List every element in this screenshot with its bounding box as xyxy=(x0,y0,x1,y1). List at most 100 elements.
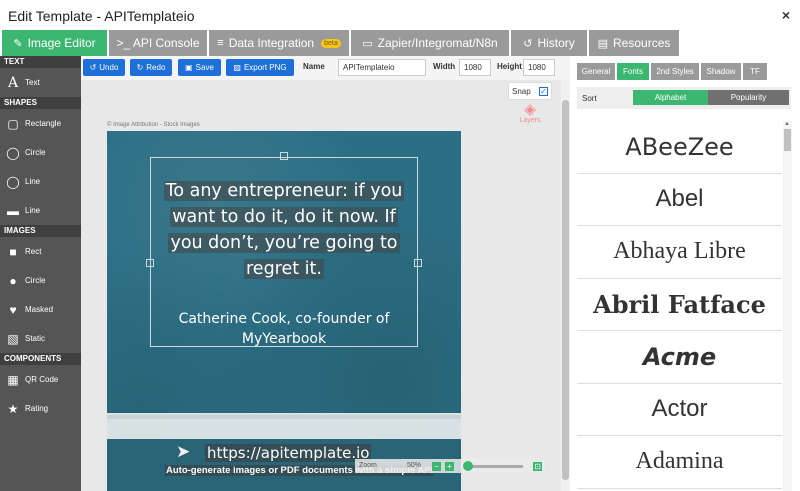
font-list-scrollbar[interactable]: ▲ xyxy=(783,121,792,491)
quote-line: want to do it, do it now. If xyxy=(170,207,398,227)
sidebar-item-circle[interactable]: ◯ Circle xyxy=(0,138,81,167)
sidebar-item-label: Rect xyxy=(25,247,42,256)
scroll-up-icon[interactable]: ▲ xyxy=(784,121,790,127)
font-list: ABeeZee Abel Abhaya Libre Abril Fatface … xyxy=(577,121,782,491)
tab-data-integration[interactable]: ≡ Data Integration beta xyxy=(209,30,349,56)
tab-api-console[interactable]: >_ API Console xyxy=(109,30,207,56)
tab-label: Image Editor xyxy=(27,36,96,50)
font-item-abhaya-libre[interactable]: Abhaya Libre xyxy=(577,226,782,279)
font-item-actor[interactable]: Actor xyxy=(577,384,782,436)
snap-checkbox[interactable]: ✓ xyxy=(539,86,548,96)
export-png-button[interactable]: ▨ Export PNG xyxy=(226,59,294,76)
layers-button[interactable]: ◈ Layers xyxy=(518,102,542,124)
url-text[interactable]: https://apitemplate.io xyxy=(205,444,372,462)
beta-badge: beta xyxy=(321,38,341,48)
paint-stripe-shadow xyxy=(107,415,461,419)
export-label: Export PNG xyxy=(243,63,287,72)
sidebar-item-label: Circle xyxy=(25,148,46,157)
font-item-acme[interactable]: Acme xyxy=(577,331,782,384)
zoom-slider-track[interactable] xyxy=(465,465,523,468)
text-icon: A xyxy=(7,74,19,91)
tab-general[interactable]: General xyxy=(577,63,615,80)
sort-alphabet-button[interactable]: Alphabet xyxy=(633,90,708,105)
tab-resources[interactable]: ▤ Resources xyxy=(589,30,679,56)
qr-code-icon: ▦ xyxy=(7,372,19,387)
sidebar-item-masked[interactable]: ♥ Masked xyxy=(0,295,81,324)
title-bar: Edit Template - APITemplateio × xyxy=(0,0,800,30)
sidebar-item-label: Rectangle xyxy=(25,119,62,128)
sort-popularity-button[interactable]: Popularity xyxy=(708,90,789,105)
tab-shadow[interactable]: Shadow xyxy=(701,63,741,80)
width-input[interactable] xyxy=(459,59,491,76)
height-label: Height xyxy=(497,62,522,71)
section-shapes: SHAPES xyxy=(0,97,81,109)
scrollbar-thumb[interactable] xyxy=(562,100,569,480)
section-components: COMPONENTS xyxy=(0,353,81,365)
zoom-slider-handle[interactable] xyxy=(463,461,473,471)
circle-image-icon: ● xyxy=(9,273,17,288)
close-icon[interactable]: × xyxy=(782,7,790,23)
quote-line: you don’t, you’re going to xyxy=(168,233,400,253)
line-icon: ▬ xyxy=(7,203,19,218)
sidebar-item-label: Masked xyxy=(25,305,54,314)
scrollbar-thumb[interactable] xyxy=(784,129,791,151)
window-title: Edit Template - APITemplateio xyxy=(8,8,195,24)
tab-label: Data Integration xyxy=(228,36,315,50)
sidebar-item-circle-image[interactable]: ● Circle xyxy=(0,266,81,295)
sidebar-item-static[interactable]: ▧ Static xyxy=(0,324,81,353)
font-item-abel[interactable]: Abel xyxy=(577,174,782,226)
font-item-abeezee[interactable]: ABeeZee xyxy=(577,121,782,174)
tab-label: >_ API Console xyxy=(116,36,200,50)
width-label: Width xyxy=(433,62,456,71)
tab-zapier[interactable]: ▭ Zapier/Integromat/N8n xyxy=(351,30,509,56)
undo-label: Undo xyxy=(99,63,119,72)
section-images: IMAGES xyxy=(0,225,81,237)
sidebar-item-rect-image[interactable]: ■ Rect xyxy=(0,237,81,266)
zoom-out-button[interactable]: − xyxy=(432,462,441,471)
sidebar-item-rating[interactable]: ★ Rating xyxy=(0,394,81,423)
sort-row: Sort Alphabet Popularity xyxy=(577,87,791,109)
save-icon: ▣ xyxy=(185,63,193,72)
circle-icon: ◯ xyxy=(6,145,20,160)
tab-fonts[interactable]: Fonts xyxy=(617,63,649,80)
author-text[interactable]: Catherine Cook, co-founder of MyYearbook xyxy=(150,309,418,349)
tab-tf[interactable]: TF xyxy=(743,63,767,80)
font-item-adamina[interactable]: Adamina xyxy=(577,436,782,489)
picture-icon: ▧ xyxy=(7,331,19,346)
redo-button[interactable]: ↻ Redo xyxy=(130,59,172,76)
image-attribution: © Image Attribution - Stock Images xyxy=(107,122,200,128)
paper-plane-icon: ➤ xyxy=(176,442,191,461)
zoom-value: 50% xyxy=(407,462,422,469)
canvas-scrollbar[interactable] xyxy=(561,80,570,491)
save-button[interactable]: ▣ Save xyxy=(178,59,221,76)
element-sidebar: TEXT A Text SHAPES ▢ Rectangle ◯ Circle … xyxy=(0,56,81,491)
quote-text[interactable]: To any entrepreneur: if you want to do i… xyxy=(150,178,418,282)
main-tabs: ✎ Image Editor >_ API Console ≡ Data Int… xyxy=(0,30,800,56)
tab-label: Resources xyxy=(613,36,671,50)
tab-image-editor[interactable]: ✎ Image Editor xyxy=(2,30,107,56)
sidebar-item-qr-code[interactable]: ▦ QR Code xyxy=(0,365,81,394)
zoom-in-button[interactable]: + xyxy=(445,462,454,471)
sidebar-item-label: QR Code xyxy=(25,375,59,384)
quote-line: To any entrepreneur: if you xyxy=(163,181,405,201)
sidebar-item-rectangle[interactable]: ▢ Rectangle xyxy=(0,109,81,138)
sidebar-item-label: Text xyxy=(25,78,40,87)
sidebar-item-line-circle[interactable]: ◯ Line xyxy=(0,167,81,196)
tab-history[interactable]: ↺ History xyxy=(511,30,587,56)
layers-label: Layers xyxy=(519,117,541,124)
author-line: Catherine Cook, co-founder of xyxy=(178,311,390,327)
name-input[interactable] xyxy=(338,59,426,76)
sidebar-item-label: Static xyxy=(25,334,46,343)
sidebar-item-line[interactable]: ▬ Line xyxy=(0,196,81,225)
tab-2nd-styles[interactable]: 2nd Styles xyxy=(651,63,699,80)
save-label: Save xyxy=(195,63,214,72)
sidebar-item-label: Line xyxy=(25,177,41,186)
undo-button[interactable]: ↺ Undo xyxy=(83,59,125,76)
font-item-abril-fatface[interactable]: Abril Fatface xyxy=(577,279,782,331)
rotate-handle[interactable] xyxy=(280,152,288,160)
zoom-fit-button[interactable]: ⊡ xyxy=(533,462,542,471)
snap-toggle[interactable]: Snap ✓ xyxy=(508,82,552,100)
height-input[interactable] xyxy=(523,59,555,76)
sidebar-item-text[interactable]: A Text xyxy=(0,68,81,97)
redo-label: Redo xyxy=(146,63,166,72)
